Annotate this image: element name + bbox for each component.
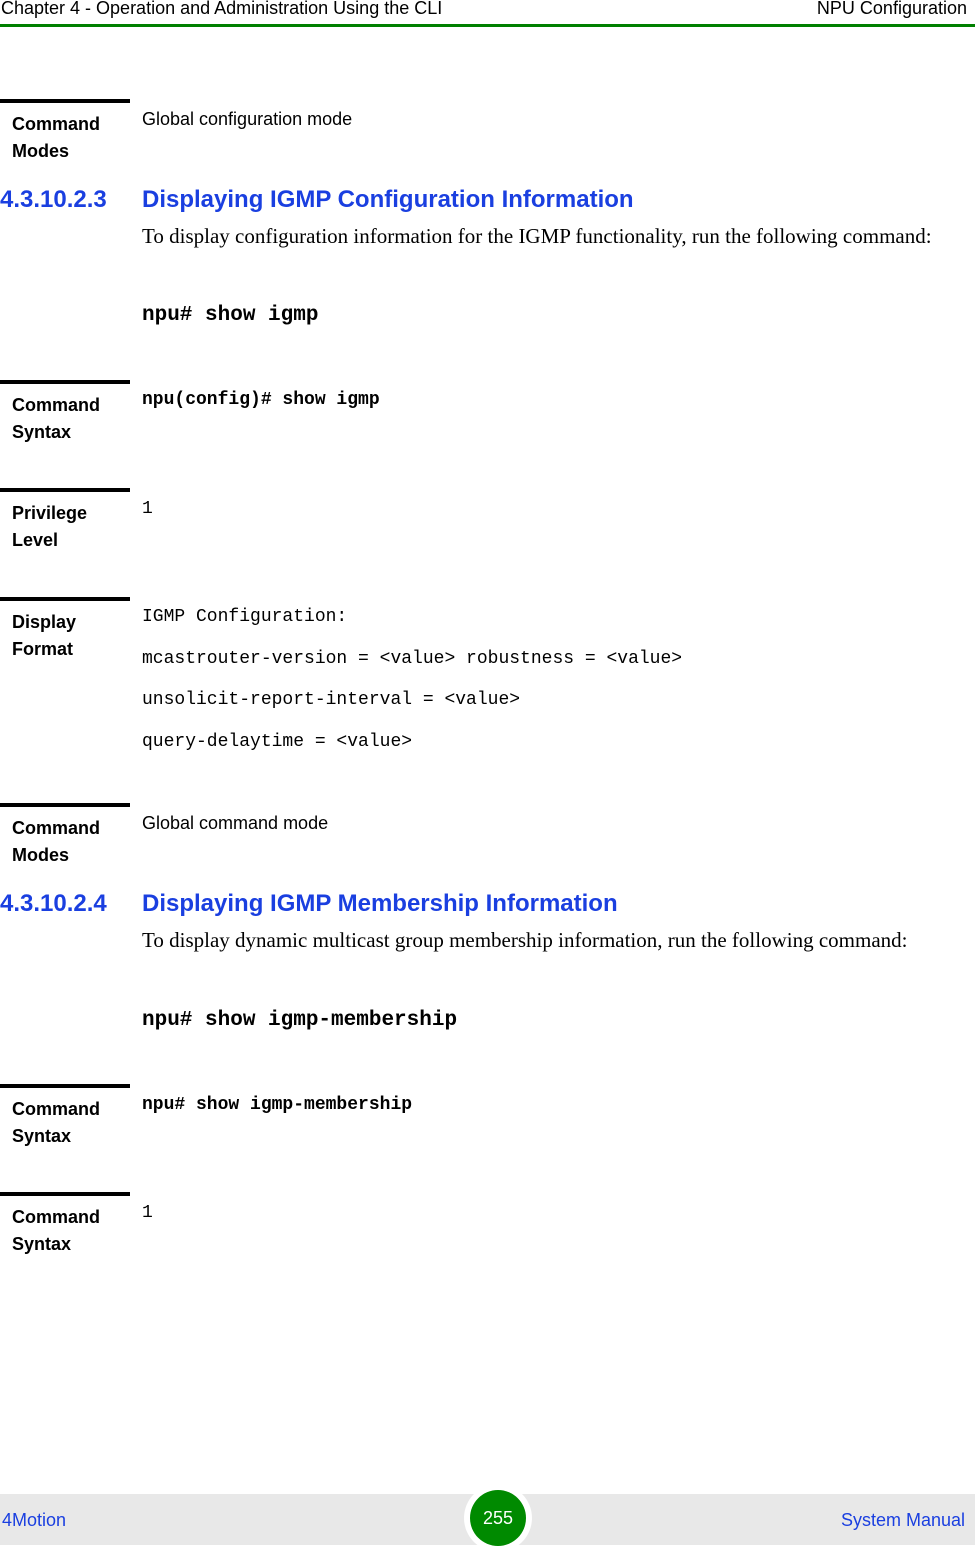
section-heading: 4.3.10.2.3 Displaying IGMP Configuration … [0,186,634,214]
command-example: npu# show igmp-membership [142,1009,458,1032]
command-modes-label: Command Modes [0,99,130,165]
page-number: 255 [470,1490,526,1546]
command-syntax-label: Command Syntax [0,380,130,446]
label-line: Command [12,818,101,838]
chapter-title: Chapter 4 - Operation and Administration… [1,0,443,18]
label-line: Modes [12,845,70,865]
display-format-line: query-delaytime = <value> [142,732,413,752]
command-syntax-value: npu# show igmp-membership [142,1095,413,1115]
product-name: 4Motion [2,1510,67,1530]
command-syntax-label: Command Syntax [0,1192,130,1258]
section-number: 4.3.10.2.3 [0,186,107,213]
privilege-level-value: 1 [142,499,153,519]
section-title: Displaying IGMP Configuration Informatio… [142,186,634,213]
section-heading: 4.3.10.2.4 Displaying IGMP Membership Inf… [0,890,618,918]
label-line: Display [12,612,77,632]
label-line: Command [12,1099,101,1119]
page-footer: 4Motion 255 System Manual [0,1484,975,1552]
command-modes-value: Global command mode [142,813,329,833]
label-line: Command [12,114,101,134]
command-example: npu# show igmp [142,304,319,327]
command-syntax-label: Command Syntax [0,1084,130,1150]
section-intro: To display dynamic multicast group membe… [142,928,908,952]
display-format-line: IGMP Configuration: [142,607,348,627]
label-line: Command [12,395,101,415]
privilege-level-label: Privilege Level [0,488,130,554]
label-line: Privilege [12,503,88,523]
section-title: NPU Configuration [816,0,967,18]
section-intro: To display configuration information for… [142,224,932,248]
section-title: Displaying IGMP Membership Information [142,890,618,917]
label-line: Level [12,530,59,550]
label-line: Syntax [12,422,72,442]
manual-name: System Manual [840,1510,965,1530]
command-modes-value: Global configuration mode [142,109,353,129]
section-number: 4.3.10.2.4 [0,890,107,917]
label-line: Format [12,639,74,659]
label-line: Syntax [12,1234,72,1254]
command-syntax-value: npu(config)# show igmp [142,390,380,410]
command-modes-label: Command Modes [0,803,130,869]
command-syntax-value: 1 [142,1203,153,1223]
display-format-line: unsolicit-report-interval = <value> [142,690,521,710]
display-format-line: mcastrouter-version = <value> robustness… [142,649,683,669]
label-line: Syntax [12,1126,72,1146]
page-header: Chapter 4 - Operation and Administration… [0,0,975,27]
label-line: Command [12,1207,101,1227]
display-format-label: Display Format [0,597,130,663]
label-line: Modes [12,141,70,161]
